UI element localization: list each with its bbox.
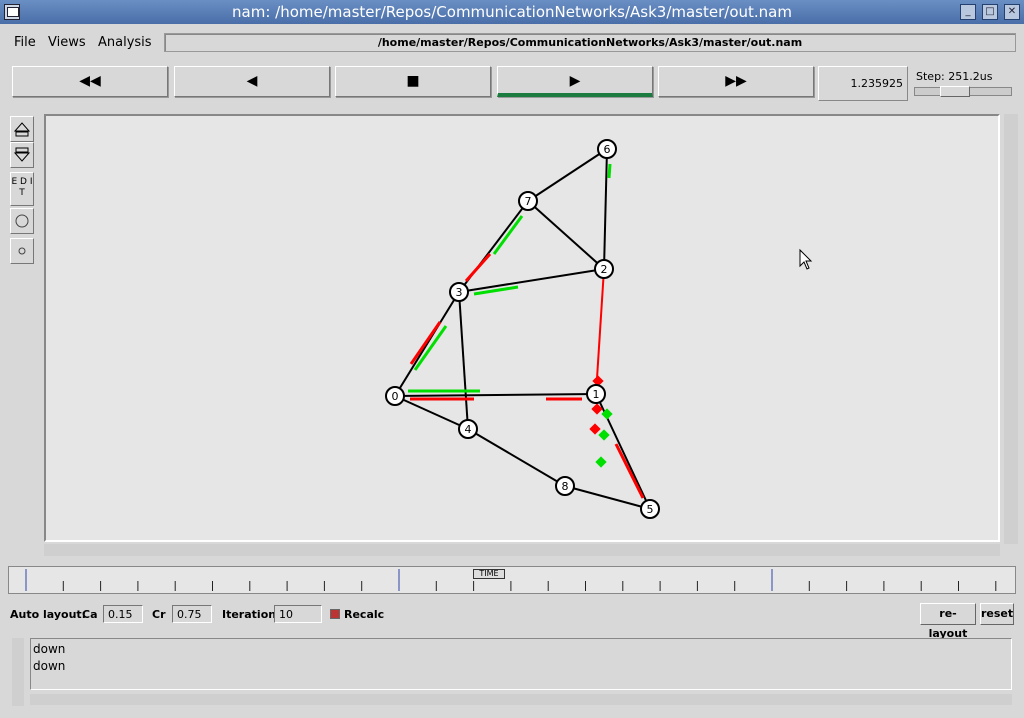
- link-7-2: [527, 200, 605, 270]
- node-5[interactable]: 5: [640, 499, 660, 519]
- node-6[interactable]: 6: [597, 139, 617, 159]
- node-label: 5: [647, 503, 654, 516]
- timeline-ticks: [25, 569, 997, 591]
- console-line: down: [33, 659, 66, 673]
- menu-analysis[interactable]: Analysis: [98, 35, 152, 50]
- flow-red-7-3: [464, 253, 492, 282]
- ca-label: Ca: [82, 608, 98, 621]
- reset-button[interactable]: reset: [980, 603, 1014, 625]
- link-3-2: [458, 268, 605, 293]
- link-4-8: [467, 428, 566, 487]
- console-line: down: [33, 642, 66, 656]
- timeline-slider[interactable]: [8, 566, 1016, 594]
- iterations-input[interactable]: 10: [274, 605, 322, 623]
- link-3-4: [458, 291, 469, 430]
- link-0-4: [394, 395, 469, 430]
- node-4[interactable]: 4: [458, 419, 478, 439]
- step-back-button[interactable]: ◀: [174, 66, 330, 97]
- node-label: 6: [604, 143, 611, 156]
- large-circle-icon[interactable]: [10, 208, 34, 234]
- menu-bar: File Views Analysis /home/master/Repos/C…: [4, 30, 1020, 56]
- fast-forward-button[interactable]: ▶▶: [658, 66, 814, 97]
- console-vertical-scrollbar[interactable]: [12, 638, 24, 706]
- stop-button[interactable]: ■: [335, 66, 491, 97]
- title-bar: nam: /home/master/Repos/CommunicationNet…: [0, 0, 1024, 24]
- step-slider-thumb[interactable]: [940, 86, 970, 97]
- menu-file[interactable]: File: [14, 35, 36, 50]
- maximize-icon[interactable]: □: [982, 4, 998, 20]
- flow-green-6-2: [607, 163, 612, 179]
- zoom-out-icon[interactable]: [10, 142, 34, 168]
- minimize-icon[interactable]: _: [960, 4, 976, 20]
- network-graph: 0 1 2 3 4 5 6 7 8: [385, 139, 813, 519]
- time-display: 1.235925: [818, 66, 908, 101]
- window-title: nam: /home/master/Repos/CommunicationNet…: [232, 3, 792, 21]
- node-label: 3: [456, 286, 463, 299]
- node-3[interactable]: 3: [449, 282, 469, 302]
- node-label: 1: [593, 388, 600, 401]
- flow-green-7-3: [492, 215, 524, 255]
- flow-red-1-5: [614, 443, 645, 499]
- network-canvas[interactable]: 0 1 2 3 4 5 6 7 8: [44, 114, 1000, 542]
- time-marker[interactable]: TIME: [473, 569, 505, 579]
- console-horizontal-scrollbar[interactable]: [30, 694, 1012, 705]
- packet-green: [598, 429, 610, 441]
- link-0-3: [394, 291, 460, 397]
- node-label: 2: [601, 263, 608, 276]
- node-1[interactable]: 1: [586, 384, 606, 404]
- node-label: 0: [392, 390, 399, 403]
- play-button[interactable]: ▶: [497, 66, 653, 97]
- flow-green-3-0: [413, 325, 448, 371]
- recalc-checkbox[interactable]: [330, 609, 340, 619]
- link-2-1-red: [595, 268, 605, 395]
- packet-green: [595, 456, 607, 468]
- relayout-button[interactable]: re-layout: [920, 603, 976, 640]
- close-icon[interactable]: ✕: [1004, 4, 1020, 20]
- packet-red: [589, 423, 601, 435]
- canvas-vertical-scrollbar[interactable]: [1004, 114, 1018, 544]
- menu-views[interactable]: Views: [48, 35, 86, 50]
- node-7[interactable]: 7: [518, 191, 538, 211]
- zoom-in-icon[interactable]: [10, 116, 34, 142]
- link-0-1: [394, 393, 597, 397]
- recalc-label: Recalc: [344, 608, 385, 621]
- node-label: 4: [465, 423, 472, 436]
- file-path-display: /home/master/Repos/CommunicationNetworks…: [164, 33, 1016, 52]
- canvas-horizontal-scrollbar[interactable]: [44, 544, 1000, 556]
- link-7-6: [527, 148, 608, 202]
- node-label: 7: [525, 195, 532, 208]
- rewind-button[interactable]: ◀◀: [12, 66, 168, 97]
- edit-button[interactable]: E D I T: [10, 172, 34, 206]
- node-2[interactable]: 2: [594, 259, 614, 279]
- ca-input[interactable]: 0.15: [103, 605, 143, 623]
- cr-label: Cr: [152, 608, 166, 621]
- node-8[interactable]: 8: [555, 476, 575, 496]
- mouse-cursor-icon: [799, 248, 813, 270]
- node-label: 8: [562, 480, 569, 493]
- console-output: down down: [30, 638, 1012, 690]
- cr-input[interactable]: 0.75: [172, 605, 212, 623]
- auto-layout-panel: Auto layout: Ca 0.15 Cr 0.75 Iterations …: [10, 603, 1014, 640]
- auto-layout-label: Auto layout:: [10, 608, 87, 621]
- small-circle-icon[interactable]: [10, 238, 34, 264]
- node-0[interactable]: 0: [385, 386, 405, 406]
- link-6-2: [603, 148, 608, 270]
